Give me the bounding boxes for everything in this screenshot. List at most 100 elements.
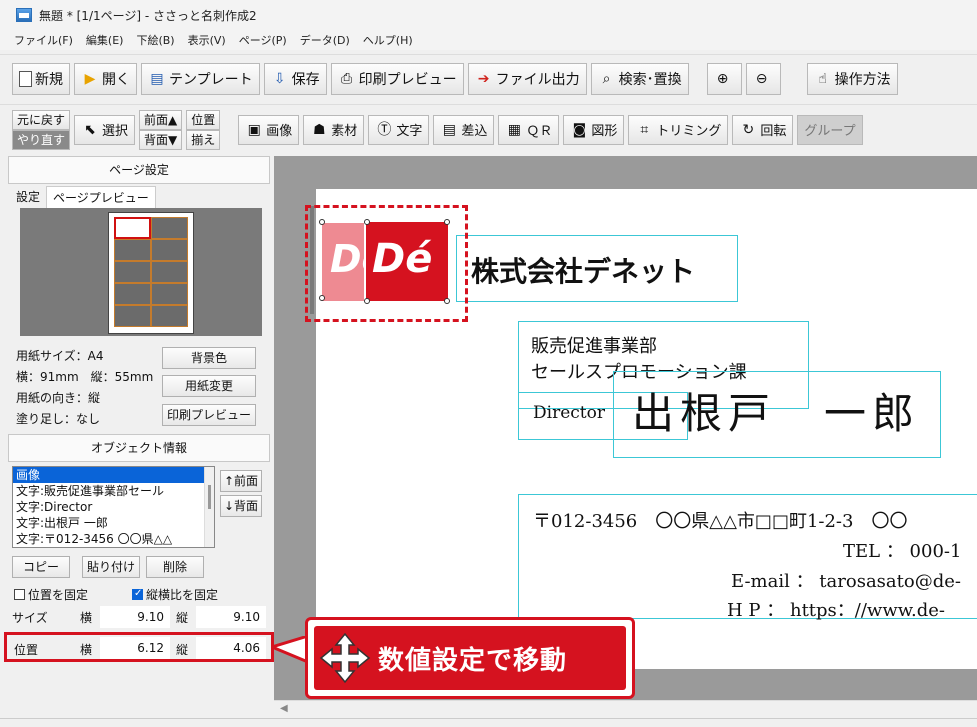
- merge-label: 差込: [461, 124, 488, 139]
- horizontal-scrollbar[interactable]: ◀: [274, 700, 977, 718]
- card-cell[interactable]: [151, 305, 188, 327]
- list-item[interactable]: 文字:〒012-3456 〇〇県△△: [13, 531, 214, 547]
- card-cell[interactable]: [114, 239, 151, 261]
- align-group[interactable]: 位置 揃え: [186, 109, 221, 150]
- card-cell[interactable]: [151, 283, 188, 305]
- status-bar: [0, 718, 977, 727]
- menu-page[interactable]: ページ(P): [239, 32, 287, 48]
- undo-button[interactable]: 元に戻す: [12, 109, 71, 130]
- object-list[interactable]: 画像 文字:販売促進事業部セール 文字:Director 文字:出根戸 一郎 文…: [12, 466, 215, 548]
- print-preview-button[interactable]: ⎙ 印刷プレビュー: [330, 62, 464, 95]
- paste-button[interactable]: 貼り付け: [82, 556, 140, 578]
- paper-info: 用紙サイズ：A4 横：91mm 縦：55mm 用紙の向き：縦 塗り足し：なし: [16, 346, 153, 430]
- bring-front-button[interactable]: 前面▲: [139, 109, 183, 130]
- scroll-left-icon[interactable]: ◀: [280, 703, 288, 714]
- select-button[interactable]: ⬉ 選択: [74, 114, 136, 145]
- trim-button[interactable]: ⌗ トリミング: [628, 114, 729, 145]
- image-button[interactable]: ▣ 画像: [238, 114, 300, 145]
- card-cell[interactable]: [114, 217, 151, 239]
- delete-button[interactable]: 削除: [146, 556, 204, 578]
- file-output-label: ファイル出力: [495, 71, 580, 88]
- rotate-button[interactable]: ↻ 回転: [732, 114, 794, 145]
- merge-button[interactable]: ▤ 差込: [433, 114, 495, 145]
- move-arrows-icon: [319, 632, 371, 684]
- window-title: 無題 * [1/1ページ] - ささっと名刺作成2: [39, 8, 257, 23]
- menu-edit[interactable]: 編集(E): [86, 32, 124, 48]
- email: E-mail ： tarosasato@de-: [731, 571, 961, 592]
- object-back-button[interactable]: ↓背面: [220, 495, 262, 517]
- size-v-field[interactable]: 9.10: [196, 606, 266, 628]
- redo-button[interactable]: やり直す: [12, 129, 71, 150]
- lock-position-checkbox[interactable]: 位置を固定: [14, 586, 88, 603]
- job-title: Director: [533, 403, 605, 423]
- text-button[interactable]: Ⓣ 文字: [368, 114, 430, 145]
- menu-view[interactable]: 表示(V): [188, 32, 226, 48]
- tab-settings[interactable]: 設定: [10, 186, 46, 208]
- group-button[interactable]: グループ: [797, 114, 863, 145]
- size-v-label: 縦: [176, 611, 189, 625]
- qr-button[interactable]: ▦ ＱＲ: [498, 114, 560, 145]
- crop-icon: ⌗: [640, 121, 649, 138]
- page-settings-tabs: 設定 ページプレビュー: [10, 186, 274, 208]
- template-button[interactable]: ▤ テンプレート: [141, 62, 260, 95]
- howto-label: 操作方法: [834, 71, 891, 88]
- background-color-button[interactable]: 背景色: [162, 347, 256, 369]
- howto-button[interactable]: ☝ 操作方法: [806, 62, 898, 95]
- card-cell[interactable]: [114, 261, 151, 283]
- send-back-button[interactable]: 背面▼: [139, 129, 183, 150]
- list-item[interactable]: 文字:Director: [13, 499, 214, 515]
- material-icon: ☗: [313, 121, 326, 138]
- print-preview-label: 印刷プレビュー: [358, 71, 457, 88]
- logo-highlight: [305, 205, 468, 322]
- card-cell[interactable]: [151, 239, 188, 261]
- change-paper-button[interactable]: 用紙変更: [162, 375, 256, 397]
- size-h-label: 横: [80, 611, 93, 625]
- menu-file[interactable]: ファイル(F): [14, 32, 73, 48]
- new-document-icon: [19, 70, 32, 87]
- contact-text-frame[interactable]: 〒012-3456 〇〇県△△市□□町1-2-3 〇〇 TEL ： 000-1 …: [518, 494, 977, 621]
- material-button[interactable]: ☗ 素材: [303, 114, 365, 145]
- card-cell[interactable]: [151, 261, 188, 283]
- card-cell[interactable]: [151, 217, 188, 239]
- zoom-in-button[interactable]: ⊕: [706, 62, 742, 95]
- save-icon: ⇩: [273, 70, 286, 87]
- menu-data[interactable]: データ(D): [300, 32, 350, 48]
- shape-label: 図形: [591, 124, 618, 139]
- save-label: 保存: [291, 71, 320, 88]
- card-cell[interactable]: [114, 283, 151, 305]
- name-text-frame[interactable]: 出根戸 一郎: [613, 371, 941, 458]
- company-name: 株式会社デネット: [471, 255, 696, 288]
- list-item[interactable]: 文字:出根戸 一郎: [13, 515, 214, 531]
- side-print-preview-button[interactable]: 印刷プレビュー: [162, 404, 256, 426]
- callout-panel: 数値設定で移動: [314, 626, 626, 690]
- page-preview: [20, 208, 262, 336]
- template-icon: ▤: [150, 70, 164, 87]
- lock-aspect-checkbox[interactable]: 縦横比を固定: [132, 586, 218, 603]
- menu-underlay[interactable]: 下絵(B): [136, 32, 174, 48]
- object-front-button[interactable]: ↑前面: [220, 470, 262, 492]
- lock-aspect-label: 縦横比を固定: [146, 588, 219, 602]
- template-label: テンプレート: [169, 71, 253, 88]
- homepage: H P ： https：//www.de-: [727, 600, 945, 621]
- align-label-top: 位置: [186, 109, 221, 130]
- open-button[interactable]: ▶ 開く: [74, 62, 137, 95]
- save-button[interactable]: ⇩ 保存: [263, 62, 327, 95]
- card-cell[interactable]: [114, 305, 151, 327]
- checkbox-box: [14, 589, 25, 600]
- menu-help[interactable]: ヘルプ(H): [363, 32, 413, 48]
- shape-button[interactable]: ◙ 図形: [563, 114, 625, 145]
- list-item[interactable]: 文字:販売促進事業部セール: [13, 483, 214, 499]
- list-scrollbar[interactable]: [204, 467, 214, 547]
- file-output-button[interactable]: ➔ ファイル出力: [467, 62, 587, 95]
- company-text-frame[interactable]: 株式会社デネット: [456, 235, 738, 302]
- list-item[interactable]: 画像: [13, 467, 214, 483]
- tab-page-preview[interactable]: ページプレビュー: [46, 186, 156, 208]
- zoom-out-button[interactable]: ⊖: [745, 62, 781, 95]
- copy-button[interactable]: コピー: [12, 556, 70, 578]
- callout-text: 数値設定で移動: [378, 645, 568, 676]
- trim-label: トリミング: [656, 124, 722, 139]
- new-button[interactable]: 新規: [12, 62, 70, 95]
- size-h-field[interactable]: 9.10: [100, 606, 170, 628]
- search-replace-button[interactable]: ⌕ 検索･置換: [590, 62, 689, 95]
- paper-dimensions: 横：91mm 縦：55mm: [16, 370, 154, 384]
